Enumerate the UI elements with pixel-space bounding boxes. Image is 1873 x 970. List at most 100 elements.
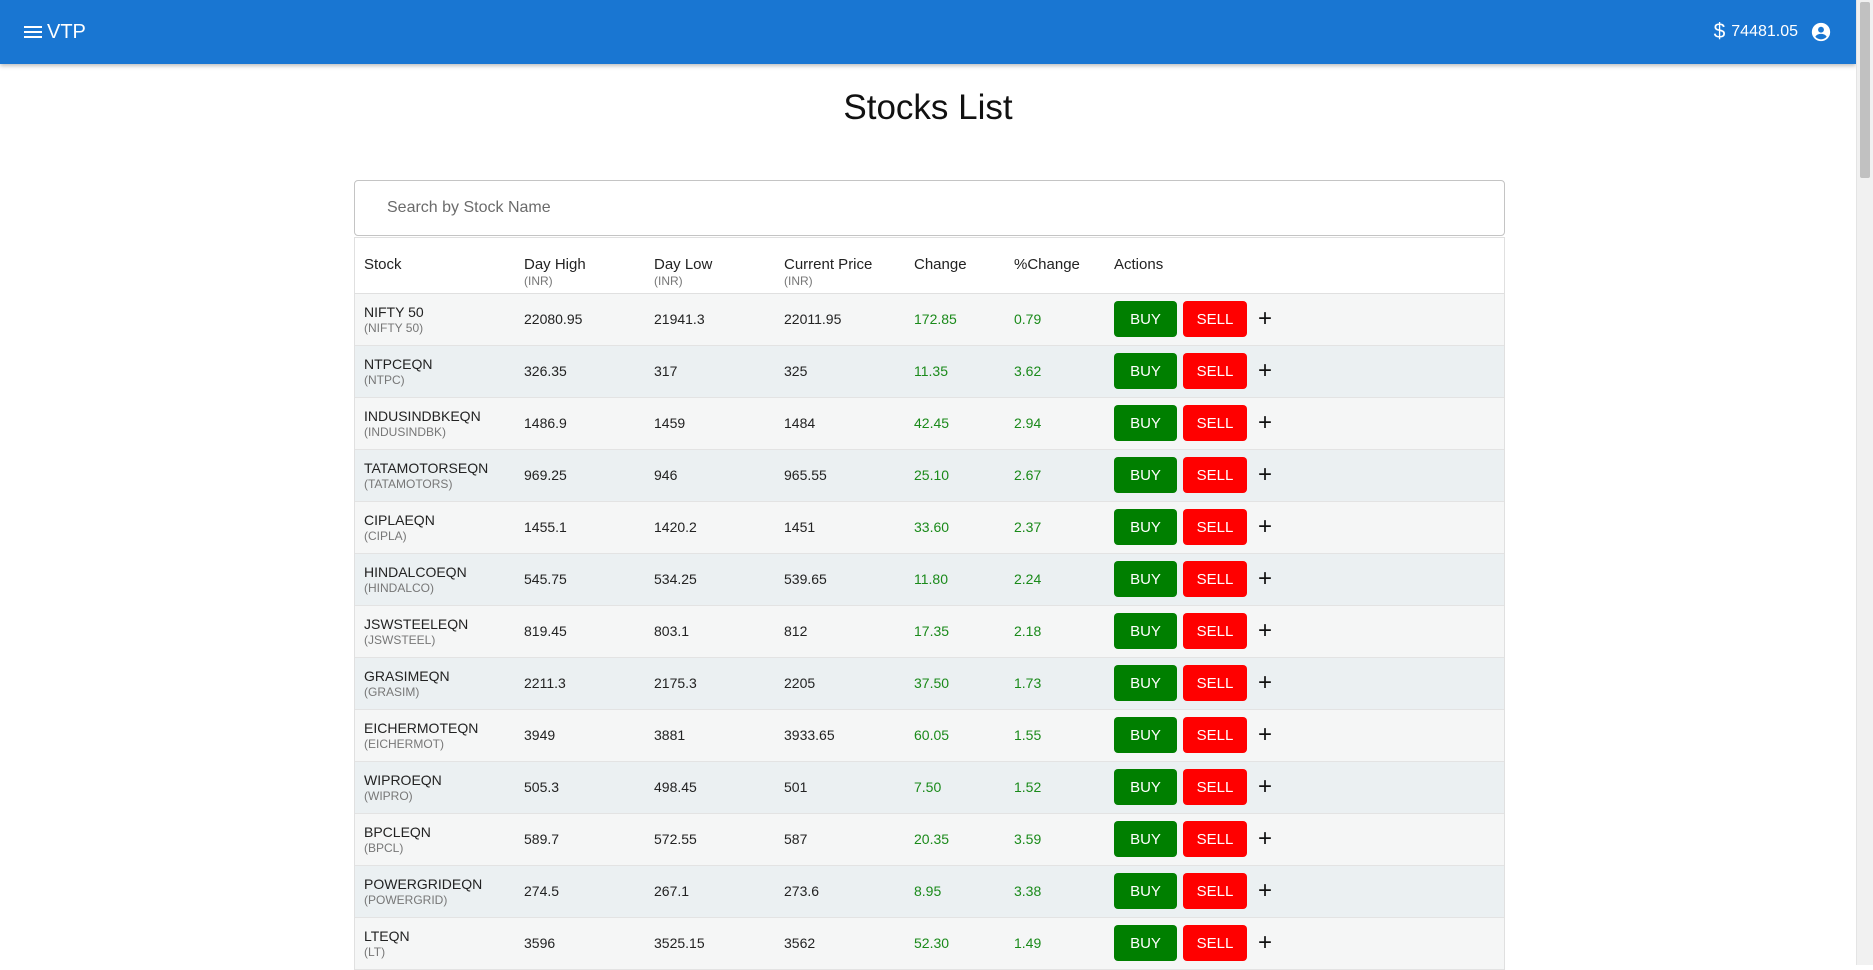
sell-button[interactable]: SELL — [1183, 561, 1247, 597]
change-cell: 11.35 — [905, 345, 1005, 398]
stock-name: (POWERGRID) — [364, 892, 448, 907]
sell-button[interactable]: SELL — [1183, 821, 1247, 857]
day-high-cell: 589.7 — [515, 813, 645, 866]
wallet-balance: 74481.05 — [1731, 23, 1798, 40]
change-cell: 172.85 — [905, 293, 1005, 346]
stock-name: (NIFTY 50) — [364, 320, 424, 335]
sell-button[interactable]: SELL — [1183, 613, 1247, 649]
sell-button[interactable]: SELL — [1183, 509, 1247, 545]
column-header-unit: (INR) — [784, 274, 813, 288]
add-to-watchlist-icon[interactable]: + — [1253, 879, 1277, 903]
stock-name: (TATAMOTORS) — [364, 476, 453, 491]
stock-name: (EICHERMOT) — [364, 736, 444, 751]
buy-button[interactable]: BUY — [1114, 821, 1177, 857]
change-cell: 7.50 — [905, 761, 1005, 814]
sell-button[interactable]: SELL — [1183, 769, 1247, 805]
add-to-watchlist-icon[interactable]: + — [1253, 931, 1277, 955]
search-field[interactable] — [354, 180, 1505, 236]
add-to-watchlist-icon[interactable]: + — [1253, 411, 1277, 435]
brand-title[interactable]: VTP — [47, 21, 86, 44]
actions-cell: BUY SELL + — [1105, 657, 1504, 710]
day-low-cell: 3525.15 — [645, 917, 775, 970]
pct-change-cell: 1.55 — [1005, 709, 1105, 762]
change-cell: 20.35 — [905, 813, 1005, 866]
buy-button[interactable]: BUY — [1114, 353, 1177, 389]
page-scrollbar[interactable] — [1856, 0, 1873, 965]
pct-change-cell: 3.62 — [1005, 345, 1105, 398]
sell-button[interactable]: SELL — [1183, 301, 1247, 337]
column-header-label: Current Price — [784, 256, 873, 273]
add-to-watchlist-icon[interactable]: + — [1253, 671, 1277, 695]
sell-button[interactable]: SELL — [1183, 717, 1247, 753]
sell-button[interactable]: SELL — [1183, 665, 1247, 701]
day-high-cell: 22080.95 — [515, 293, 645, 346]
row-actions: BUY SELL + — [1114, 925, 1504, 961]
buy-button[interactable]: BUY — [1114, 509, 1177, 545]
buy-button[interactable]: BUY — [1114, 769, 1177, 805]
buy-button[interactable]: BUY — [1114, 665, 1177, 701]
table-header-row: Stock Day High (INR) Day Low (INR) Current Pr… — [355, 238, 1504, 294]
search-input[interactable] — [355, 181, 1504, 235]
stock-name: (INDUSINDBK) — [364, 424, 447, 439]
buy-button[interactable]: BUY — [1114, 873, 1177, 909]
stocks-table: Stock Day High (INR) Day Low (INR) Current Pr… — [354, 237, 1505, 970]
day-low-cell: 803.1 — [645, 605, 775, 658]
day-high-cell: 505.3 — [515, 761, 645, 814]
stock-symbol: GRASIMEQN — [364, 667, 450, 684]
stock-cell: JSWSTEELEQN (JSWSTEEL) — [355, 605, 515, 658]
change-cell: 52.30 — [905, 917, 1005, 970]
row-actions: BUY SELL + — [1114, 301, 1504, 337]
account-circle-icon[interactable] — [1810, 21, 1832, 43]
stock-symbol: LTEQN — [364, 927, 410, 944]
buy-button[interactable]: BUY — [1114, 613, 1177, 649]
actions-cell: BUY SELL + — [1105, 449, 1504, 502]
add-to-watchlist-icon[interactable]: + — [1253, 775, 1277, 799]
day-high-cell: 326.35 — [515, 345, 645, 398]
day-low-cell: 1459 — [645, 397, 775, 450]
pct-change-cell: 2.18 — [1005, 605, 1105, 658]
add-to-watchlist-icon[interactable]: + — [1253, 827, 1277, 851]
column-header: Actions — [1105, 238, 1504, 294]
buy-button[interactable]: BUY — [1114, 925, 1177, 961]
app-bar: VTP $ 74481.05 — [0, 0, 1856, 64]
sell-button[interactable]: SELL — [1183, 457, 1247, 493]
sell-button[interactable]: SELL — [1183, 925, 1247, 961]
day-low-cell: 534.25 — [645, 553, 775, 606]
menu-icon[interactable] — [24, 26, 42, 38]
buy-button[interactable]: BUY — [1114, 457, 1177, 493]
sell-button[interactable]: SELL — [1183, 353, 1247, 389]
day-high-cell: 2211.3 — [515, 657, 645, 710]
add-to-watchlist-icon[interactable]: + — [1253, 463, 1277, 487]
day-high-cell: 969.25 — [515, 449, 645, 502]
sell-button[interactable]: SELL — [1183, 873, 1247, 909]
change-cell: 60.05 — [905, 709, 1005, 762]
current-price-cell: 2205 — [775, 657, 905, 710]
day-low-cell: 21941.3 — [645, 293, 775, 346]
add-to-watchlist-icon[interactable]: + — [1253, 515, 1277, 539]
sell-button[interactable]: SELL — [1183, 405, 1247, 441]
row-actions: BUY SELL + — [1114, 665, 1504, 701]
add-to-watchlist-icon[interactable]: + — [1253, 567, 1277, 591]
stock-symbol: WIPROEQN — [364, 771, 442, 788]
day-low-cell: 317 — [645, 345, 775, 398]
buy-button[interactable]: BUY — [1114, 405, 1177, 441]
change-cell: 8.95 — [905, 865, 1005, 918]
stock-cell: TATAMOTORSEQN (TATAMOTORS) — [355, 449, 515, 502]
scrollbar-thumb[interactable] — [1860, 2, 1870, 178]
table-row: JSWSTEELEQN (JSWSTEEL) 819.45 803.1 812 17.35… — [355, 605, 1504, 658]
column-header: Current Price (INR) — [775, 238, 905, 294]
column-header: %Change — [1005, 238, 1105, 294]
dollar-icon: $ — [1713, 20, 1726, 43]
current-price-cell: 3933.65 — [775, 709, 905, 762]
stock-cell: NTPCEQN (NTPC) — [355, 345, 515, 398]
add-to-watchlist-icon[interactable]: + — [1253, 359, 1277, 383]
table-row: EICHERMOTEQN (EICHERMOT) 3949 3881 3933.65 60… — [355, 709, 1504, 762]
add-to-watchlist-icon[interactable]: + — [1253, 307, 1277, 331]
column-header-unit: (INR) — [654, 274, 683, 288]
buy-button[interactable]: BUY — [1114, 561, 1177, 597]
buy-button[interactable]: BUY — [1114, 717, 1177, 753]
add-to-watchlist-icon[interactable]: + — [1253, 619, 1277, 643]
buy-button[interactable]: BUY — [1114, 301, 1177, 337]
add-to-watchlist-icon[interactable]: + — [1253, 723, 1277, 747]
actions-cell: BUY SELL + — [1105, 709, 1504, 762]
